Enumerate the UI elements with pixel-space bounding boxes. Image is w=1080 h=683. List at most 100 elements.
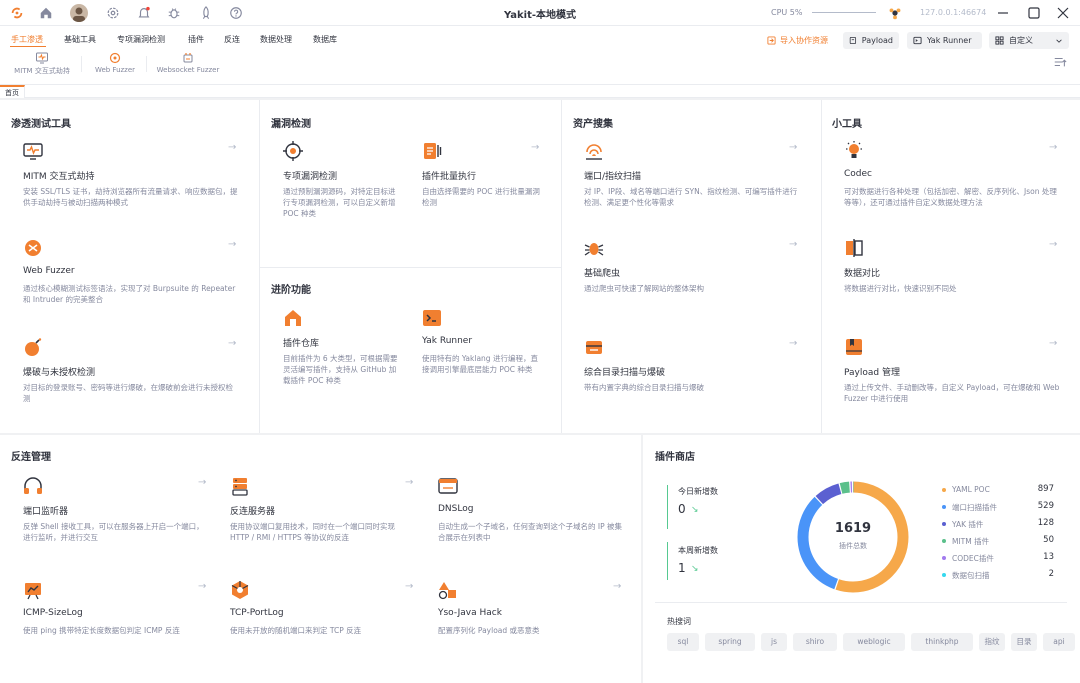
card-reverse-server[interactable]: → 反连服务器 使用协议端口复用技术，同时在一个端口同时实现 HTTP / RM… <box>229 475 415 555</box>
sub-websocket-fuzzer[interactable]: Websocket Fuzzer <box>155 52 221 74</box>
card-dir-scan[interactable]: → 综合目录扫描与爆破 带有内置字典的综合目录扫描与爆破 <box>583 336 799 416</box>
card-icmp-sizelog[interactable]: → ICMP-SizeLog 使用 ping 携带特定长度数据包判定 ICMP … <box>22 579 208 659</box>
tab-home[interactable]: 首页 <box>0 85 25 98</box>
section-title-reverse: 反连管理 <box>11 452 51 463</box>
menu-basic-tools[interactable]: 基础工具 <box>64 34 96 45</box>
yak-runner-button[interactable]: Yak Runner <box>907 32 982 49</box>
card-dnslog[interactable]: DNSLog 自动生成一个子域名，任何查询到这个子域名的 IP 被集合展示在列表… <box>437 475 623 555</box>
rocket-icon[interactable] <box>198 5 214 21</box>
home-icon[interactable] <box>38 5 54 21</box>
arrow-right-icon: → <box>198 581 207 592</box>
import-resources-button[interactable]: 导入协作资源 <box>761 32 834 49</box>
grid-icon <box>995 36 1004 45</box>
week-accent-bar <box>667 542 668 580</box>
network-icon <box>229 579 251 601</box>
menu-manual-pentest[interactable]: 手工渗透 <box>11 34 43 45</box>
menu-database[interactable]: 数据库 <box>313 34 337 45</box>
maximize-button[interactable] <box>1025 4 1043 22</box>
hot-search-label: 热搜词 <box>667 617 691 626</box>
arrow-right-icon: → <box>405 581 414 592</box>
minimize-button[interactable] <box>994 4 1012 22</box>
divider <box>561 100 562 433</box>
shapes-icon <box>437 579 459 601</box>
card-title: Codec <box>844 169 872 179</box>
arrow-right-icon: → <box>1049 239 1058 250</box>
custom-menu-dropdown[interactable]: 自定义 <box>989 32 1069 49</box>
sub-web-fuzzer-label: Web Fuzzer <box>94 66 136 74</box>
card-web-fuzzer[interactable]: → Web Fuzzer 通过核心模糊测试标签语法，实现了对 Burpsuite… <box>22 237 238 317</box>
arrow-right-icon: → <box>228 338 237 349</box>
gear-icon[interactable] <box>105 5 121 21</box>
legend-value: 128 <box>1037 518 1054 528</box>
hot-search-tag[interactable]: thinkphp <box>911 633 973 651</box>
card-title: 数据对比 <box>844 269 881 279</box>
payload-button[interactable]: Payload <box>843 32 899 49</box>
legend-item: 数据包扫描 2 <box>942 569 1054 581</box>
cpu-usage: CPU 5% <box>771 8 803 17</box>
yakit-logo-icon[interactable] <box>9 5 25 21</box>
engine-status-icon[interactable] <box>887 5 903 21</box>
card-desc: 自由选择需要的 POC 进行批量漏洞检测 <box>422 187 540 207</box>
card-title: 爆破与未授权检测 <box>23 368 96 378</box>
arrow-right-icon: → <box>1049 142 1058 153</box>
card-desc: 通过爬虫可快速了解网站的整体架构 <box>584 284 704 293</box>
menu-active-indicator <box>10 46 46 47</box>
card-bruteforce[interactable]: → 爆破与未授权检测 对目标的登录账号、密码等进行爆破，在爆破前会进行未授权检测 <box>22 336 238 416</box>
card-tcp-portlog[interactable]: → TCP-PortLog 使用未开放的随机端口来判定 TCP 反连 <box>229 579 415 659</box>
sub-web-fuzzer[interactable]: Web Fuzzer <box>91 52 139 74</box>
fingerprint-icon <box>583 140 605 162</box>
card-title: TCP-PortLog <box>230 608 284 618</box>
custom-label: 自定义 <box>1009 36 1033 45</box>
card-mitm[interactable]: → MITM 交互式劫持 安装 SSL/TLS 证书，劫持浏览器所有流量请求、响… <box>22 140 238 220</box>
hot-search-tag[interactable]: spring <box>705 633 755 651</box>
card-title: 插件批量执行 <box>422 172 477 182</box>
collapse-menu-icon[interactable] <box>1052 54 1068 70</box>
compare-icon <box>843 237 865 259</box>
menu-special-vuln[interactable]: 专项漏洞检测 <box>117 34 165 45</box>
spider-icon <box>583 237 605 259</box>
terminal-icon <box>913 36 922 45</box>
card-desc: 可对数据进行各种处理（包括加密、解密、反序列化、Json 处理等等），还可通过插… <box>844 187 1057 207</box>
menu-data-processing[interactable]: 数据处理 <box>260 34 292 45</box>
hot-search-tag[interactable]: weblogic <box>843 633 905 651</box>
help-icon[interactable] <box>228 5 244 21</box>
websocket-icon <box>183 53 193 63</box>
divider <box>146 56 147 72</box>
hot-search-tag[interactable]: sql <box>667 633 699 651</box>
card-plugin-store[interactable]: 插件仓库 目前插件为 6 大类型，可根据需要灵活编写插件，支持从 GitHub … <box>282 307 400 397</box>
hot-search-tag[interactable]: js <box>761 633 787 651</box>
card-yso-java-hack[interactable]: → Yso-Java Hack 配置序列化 Payload 或恶意类 <box>437 579 623 659</box>
menu-reverse[interactable]: 反连 <box>224 34 240 45</box>
hot-search-tag[interactable]: 目录 <box>1011 633 1037 651</box>
card-payload-manage[interactable]: → Payload 管理 通过上传文件、手动删改等，自定义 Payload，可在… <box>843 336 1059 416</box>
avatar[interactable] <box>70 4 88 22</box>
bug-icon[interactable] <box>166 5 182 21</box>
card-codec[interactable]: → Codec 可对数据进行各种处理（包括加密、解密、反序列化、Json 处理等… <box>843 140 1059 220</box>
legend-label: CODEC插件 <box>952 554 994 563</box>
card-desc: 使用特有的 Yaklang 进行编程，直接调用引擎最底层能力 POC 种类 <box>422 354 538 374</box>
main-menu-bar: 手工渗透 基础工具 专项漏洞检测 插件 反连 数据处理 数据库 MITM 交互式… <box>0 26 1080 84</box>
card-yak-runner[interactable]: Yak Runner 使用特有的 Yaklang 进行编程，直接调用引擎最底层能… <box>421 307 541 397</box>
batch-icon <box>421 140 443 162</box>
card-title: 插件仓库 <box>283 339 320 349</box>
card-desc: 配置序列化 Payload 或恶意类 <box>438 626 540 635</box>
hot-search-tag[interactable]: shiro <box>793 633 837 651</box>
card-compare[interactable]: → 数据对比 将数据进行对比，快速识别不同处 <box>843 237 1059 317</box>
card-batch-plugins[interactable]: → 插件批量执行 自由选择需要的 POC 进行批量漏洞检测 <box>421 140 541 230</box>
title-bar: Yakit-本地模式 CPU 5% 127.0.0.1:46674 <box>0 0 1080 26</box>
close-button[interactable] <box>1054 4 1072 22</box>
card-port-scan[interactable]: → 端口/指纹扫描 对 IP、IP段、域名等端口进行 SYN、指纹检测、可编写插… <box>583 140 799 220</box>
legend-label: 端口扫描插件 <box>952 503 997 512</box>
legend-label: MITM 插件 <box>952 537 990 546</box>
sub-mitm[interactable]: MITM 交互式劫持 <box>11 52 73 76</box>
bell-icon[interactable] <box>136 5 152 21</box>
divider <box>81 56 82 72</box>
hot-search-tag[interactable]: 指纹 <box>979 633 1005 651</box>
legend-label: YAK 插件 <box>952 520 984 529</box>
menu-plugins[interactable]: 插件 <box>188 34 204 45</box>
card-special-vuln[interactable]: 专项漏洞检测 通过预制漏洞源码，对特定目标进行专项漏洞检测，可以自定义新增 PO… <box>282 140 400 230</box>
folder-scan-icon <box>583 336 605 358</box>
card-port-listener[interactable]: → 端口监听器 反弹 Shell 接收工具，可以在服务器上开启一个端口，进行监听… <box>22 475 208 555</box>
hot-search-tag[interactable]: api <box>1043 633 1075 651</box>
card-crawler[interactable]: → 基础爬虫 通过爬虫可快速了解网站的整体架构 <box>583 237 799 317</box>
